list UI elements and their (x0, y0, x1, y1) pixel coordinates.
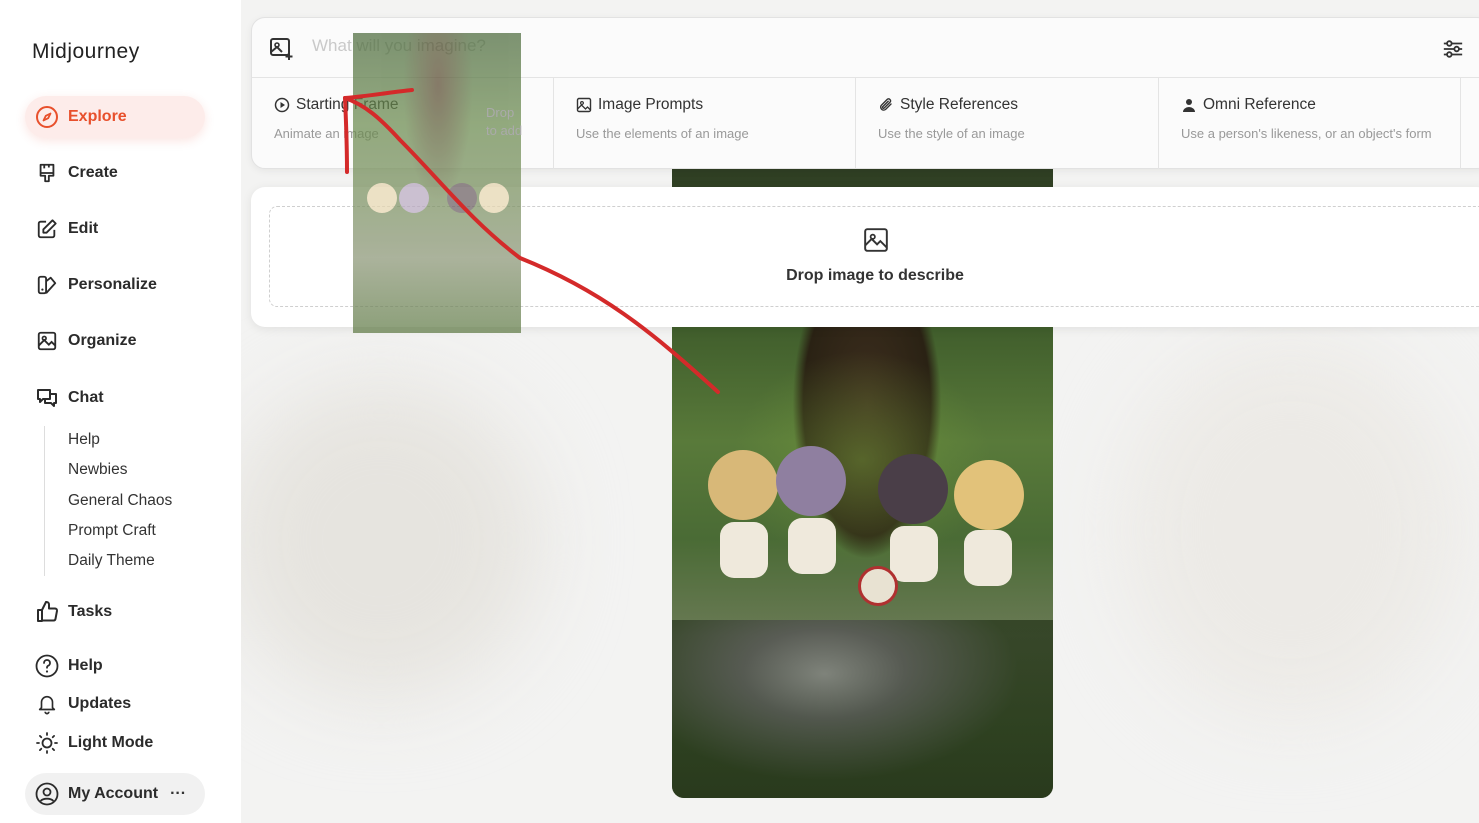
sidebar-item-label: Create (68, 164, 118, 181)
image-detail (720, 522, 768, 578)
chat-channel-daily-theme[interactable]: Daily Theme (68, 552, 155, 570)
chat-icon (35, 386, 59, 410)
sidebar-item-label: Chat (68, 389, 104, 406)
image-detail (367, 183, 397, 213)
sidebar-item-label: Personalize (68, 276, 157, 293)
image-detail (479, 183, 509, 213)
option-title: Image Prompts (598, 96, 704, 113)
option-title: Omni Reference (1203, 96, 1316, 113)
sidebar: Midjourney Explore Create Edit Personali… (0, 0, 241, 823)
sidebar-item-label: Tasks (68, 603, 113, 620)
sidebar-item-label: Explore (68, 108, 127, 125)
settings-sliders-icon[interactable] (1442, 38, 1464, 65)
chat-channel-prompt-craft[interactable]: Prompt Craft (68, 522, 156, 540)
sidebar-item-label: Light Mode (68, 734, 154, 751)
sidebar-item-updates[interactable]: Updates (25, 683, 205, 725)
sidebar-item-organize[interactable]: Organize (25, 320, 205, 362)
sidebar-item-light-mode[interactable]: Light Mode (25, 722, 205, 764)
image-detail (708, 450, 778, 520)
sidebar-item-personalize[interactable]: Personalize (25, 264, 205, 306)
personalize-icon (35, 273, 59, 297)
sidebar-item-label: Help (68, 657, 103, 674)
image-detail (399, 183, 429, 213)
sidebar-item-explore[interactable]: Explore (25, 96, 205, 138)
chat-channel-list: Help Newbies General Chaos Prompt Craft … (44, 426, 172, 576)
option-omni-reference[interactable]: Omni Reference Use a person's likeness, … (1159, 78, 1461, 169)
brand-logo[interactable]: Midjourney (32, 40, 140, 64)
sidebar-item-chat[interactable]: Chat (25, 377, 205, 419)
image-detail (890, 526, 938, 582)
help-icon (35, 654, 59, 678)
image-detail (964, 530, 1012, 586)
image-detail (954, 460, 1024, 530)
option-title: Style References (900, 96, 1019, 113)
add-image-icon[interactable] (269, 36, 295, 67)
option-image-prompts[interactable]: Image Prompts Use the elements of an ima… (554, 78, 856, 169)
image-detail (732, 350, 992, 570)
image-detail (878, 454, 948, 524)
sidebar-item-label: Organize (68, 332, 137, 349)
image-icon (35, 329, 59, 353)
compass-icon (35, 105, 59, 129)
sidebar-item-my-account[interactable]: My Account ··· (25, 773, 205, 815)
sidebar-item-label: Updates (68, 695, 132, 712)
sidebar-item-edit[interactable]: Edit (25, 208, 205, 250)
image-detail (403, 33, 473, 203)
sidebar-item-help[interactable]: Help (25, 645, 205, 687)
image-detail (788, 518, 836, 574)
option-description: Use the style of an image (878, 126, 1025, 141)
drop-to-add-hint: Drop to add (486, 105, 523, 138)
image-icon (576, 97, 592, 113)
sidebar-item-tasks[interactable]: Tasks (25, 591, 205, 633)
edit-icon (35, 217, 59, 241)
dragged-image-preview[interactable] (353, 33, 521, 333)
person-icon (1183, 99, 1195, 112)
chat-channel-newbies[interactable]: Newbies (68, 461, 127, 479)
bell-icon (35, 692, 59, 716)
background-blur (241, 380, 541, 700)
account-more-button[interactable]: ··· (170, 785, 186, 803)
account-icon (35, 782, 59, 806)
image-detail (447, 183, 477, 213)
sidebar-item-create[interactable]: Create (25, 152, 205, 194)
chat-channel-help[interactable]: Help (68, 431, 100, 449)
paperclip-icon (880, 98, 892, 111)
sidebar-item-label: Edit (68, 220, 99, 237)
chat-channel-general-chaos[interactable]: General Chaos (68, 492, 172, 510)
play-icon (274, 97, 290, 113)
image-detail (672, 620, 1053, 798)
sidebar-item-label: My Account (68, 785, 159, 802)
option-description: Use a person's likeness, or an object's … (1181, 126, 1432, 141)
image-detail (858, 566, 898, 606)
image-icon (863, 227, 889, 258)
option-description: Use the elements of an image (576, 126, 749, 141)
sun-icon (35, 731, 59, 755)
thumbs-up-icon (35, 600, 59, 624)
image-detail (776, 446, 846, 516)
brush-icon (35, 161, 59, 185)
background-blur (1121, 340, 1461, 720)
option-style-references[interactable]: Style References Use the style of an ima… (856, 78, 1159, 169)
